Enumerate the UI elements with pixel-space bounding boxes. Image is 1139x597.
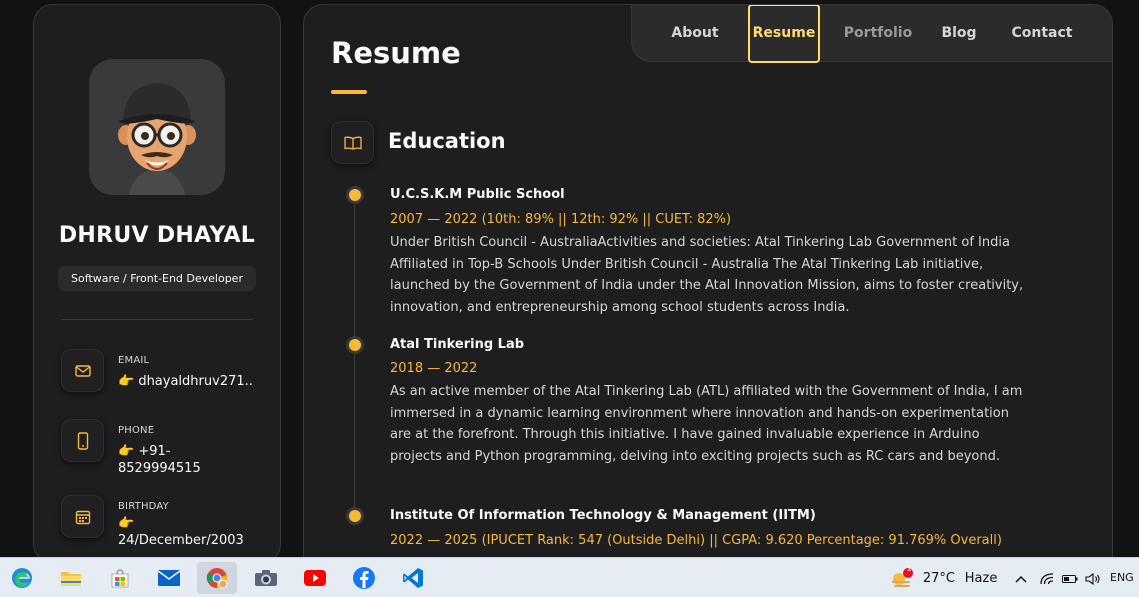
wifi-icon[interactable] [1040,558,1054,597]
weather-condition: Haze [964,571,998,586]
edge-icon[interactable] [2,562,42,594]
timeline-item-date: 2018 — 2022 [390,361,478,376]
profile-role-badge: Software / Front-End Developer [58,266,256,291]
language-indicator[interactable]: ENG [1110,558,1134,597]
contact-phone-label: PHONE [118,425,155,436]
timeline-item-date: 2022 — 2025 (IPUCET Rank: 547 (Outside D… [390,533,1002,548]
weather-temp: 27°C [922,571,955,586]
timeline-item-date: 2007 — 2022 (10th: 89% || 12th: 92% || C… [390,212,732,227]
mail-app-icon[interactable] [149,562,189,594]
timeline-item-text: As an active member of the Atal Tinkerin… [390,384,1023,464]
contact-email-label: EMAIL [118,355,150,366]
timeline-item-text: Under British Council - AustraliaActivit… [390,235,1024,315]
store-icon[interactable] [100,562,140,594]
timeline-item: Institute Of Information Technology & Ma… [349,507,1090,550]
mail-icon [61,349,104,392]
nav-about[interactable]: About [662,5,728,63]
sidebar: DHRUV DHAYAL Software / Front-End Develo… [33,4,281,564]
nav-portfolio[interactable]: Portfolio [840,5,916,63]
camera-icon[interactable] [246,562,286,594]
timeline-dot [349,189,361,201]
windows-taskbar: 27°C Haze 1 ENG [0,557,1139,597]
profile-name: DHRUV DHAYAL [58,223,256,248]
sidebar-separator [61,319,253,320]
volume-icon[interactable] [1085,558,1101,597]
timeline-item-title: Atal Tinkering Lab [390,337,525,352]
timeline-item: U.C.S.K.M Public School 2007 — 2022 (10t… [349,186,1030,318]
contact-email-link[interactable]: 👉 dhayaldhruv271... [118,373,253,390]
book-icon [331,121,374,164]
contact-birthday-value: 👉 24/December/2003 [118,516,244,548]
timeline-item-title: U.C.S.K.M Public School [390,187,565,202]
battery-icon[interactable] [1062,558,1078,597]
navbar: About Resume Portfolio Blog Contact [631,5,1112,63]
nav-blog[interactable]: Blog [934,5,984,63]
timeline-item: Atal Tinkering Lab 2018 — 2022 As an act… [349,336,1030,467]
contact-phone-link[interactable]: 👉 +91-8529994515 [118,443,253,477]
nav-contact[interactable]: Contact [1004,5,1080,63]
weather-alert-badge: 1 [906,564,912,573]
contact-birthday-label: BIRTHDAY [118,501,169,512]
chrome-icon[interactable] [197,562,237,594]
timeline-line [354,191,355,516]
calendar-icon [61,495,104,538]
youtube-icon[interactable] [295,562,335,594]
timeline-dot [349,339,361,351]
nav-resume[interactable]: Resume [748,5,820,63]
vscode-icon[interactable] [393,562,433,594]
timeline-dot [349,510,361,522]
phone-icon [61,419,104,462]
page-title: Resume [331,36,461,70]
education-section-title: Education [388,129,506,153]
avatar [89,59,225,195]
facebook-icon[interactable] [344,562,384,594]
timeline-item-title: Institute Of Information Technology & Ma… [390,508,816,523]
main-content: About Resume Portfolio Blog Contact Resu… [303,4,1113,597]
chevron-up-icon[interactable] [1014,558,1028,597]
file-explorer-icon[interactable] [51,562,91,594]
title-underline [331,90,367,94]
